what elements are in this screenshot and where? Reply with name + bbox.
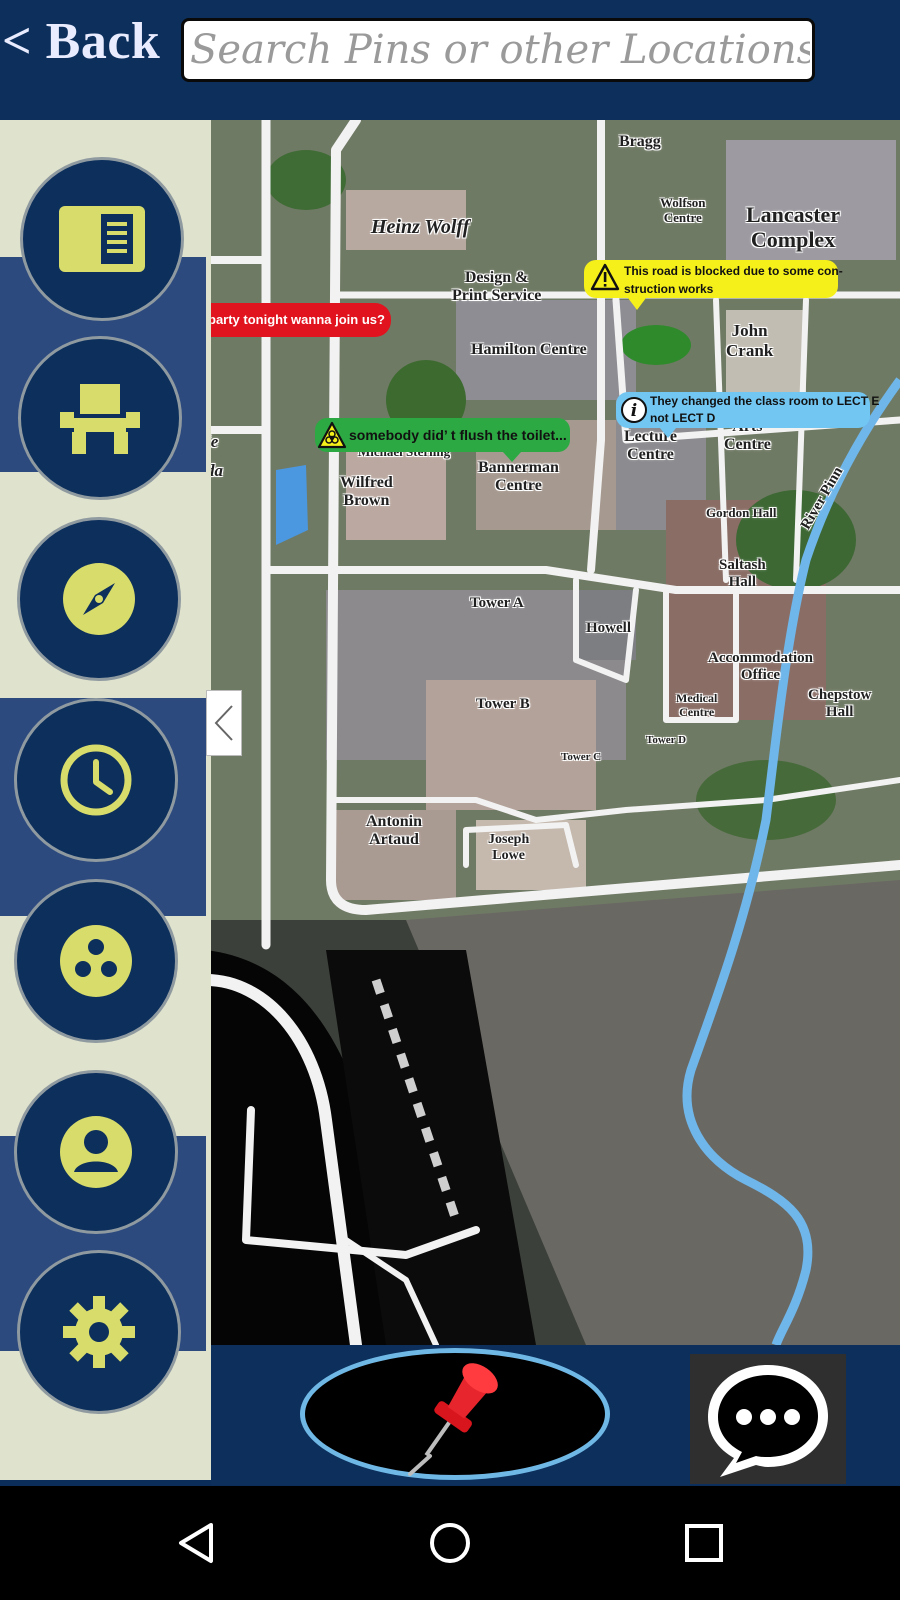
pin-social-party[interactable]: party tonight wanna join us?: [206, 303, 391, 337]
map-label-joseph-lowe[interactable]: Joseph Lowe: [488, 832, 529, 864]
map-label-gordon-hall[interactable]: Gordon Hall: [706, 505, 776, 521]
map-label-tower-b[interactable]: Tower B: [476, 696, 530, 713]
nav-recents-icon: [685, 1524, 723, 1562]
pin-text: somebody did’ t flush the toilet...: [349, 427, 567, 443]
pin-text: party tonight wanna join us?: [208, 312, 385, 327]
map-label-text: Joseph Lowe: [488, 832, 530, 864]
sidebar: [0, 120, 211, 1480]
map-label-text: Wolfson Centre: [660, 195, 706, 225]
map-label-antonin-artaud[interactable]: Antonin Artaud: [366, 813, 422, 850]
biohazard-icon: [317, 421, 347, 449]
map-label-text: Design & Print Service: [452, 269, 542, 305]
search-input[interactable]: [184, 21, 812, 79]
svg-text:i: i: [631, 401, 637, 421]
map-label-tower-c[interactable]: Tower C: [561, 751, 601, 764]
map-label-john-crank[interactable]: John Crank: [726, 321, 773, 360]
pin-text: This road is blocked due to some con- st…: [624, 264, 843, 296]
map-label-heinz-wolff[interactable]: Heinz Wolff: [371, 216, 469, 239]
warning-icon: [590, 263, 620, 291]
gear-icon: [63, 1296, 135, 1368]
sidebar-item-settings[interactable]: [17, 1250, 181, 1414]
map-label-text: Chepstow Hall: [808, 687, 872, 721]
sidebar-item-groups[interactable]: [14, 879, 178, 1043]
map-label-wolfson-centre[interactable]: Wolfson Centre: [660, 195, 706, 226]
map-label-text: John Crank: [726, 321, 774, 360]
map-label-text: Wilfred Brown: [340, 474, 393, 510]
map-label-saltash-hall[interactable]: Saltash Hall: [719, 557, 766, 592]
sidebar-item-profile[interactable]: [14, 1070, 178, 1234]
info-icon: i: [621, 397, 647, 423]
chat-bubble-icon: [708, 1365, 828, 1477]
add-pin-button[interactable]: [300, 1348, 610, 1480]
nav-home-button[interactable]: [418, 1511, 482, 1575]
map-label-text: Medical Centre: [676, 691, 718, 719]
sidebar-item-news[interactable]: [20, 157, 184, 321]
sidebar-item-seats[interactable]: [18, 336, 182, 500]
pin-text: They changed the class room to LECT E no…: [650, 394, 880, 425]
map-label-text: Lancaster Complex: [746, 202, 841, 253]
pin-hazard-toilet[interactable]: somebody did’ t flush the toilet...: [315, 418, 570, 462]
map-label-text: Antonin Artaud: [366, 813, 423, 849]
map-label-tower-d[interactable]: Tower D: [646, 734, 686, 747]
nav-recents-button[interactable]: [672, 1511, 736, 1575]
pin-classroom-changed[interactable]: i They changed the class room to LECT E …: [616, 392, 879, 438]
map-label-design-print[interactable]: Design & Print Service: [452, 269, 541, 306]
chevron-left-icon: [214, 705, 233, 741]
news-icon: [59, 206, 145, 272]
map-label-text: Accommodation Office: [708, 650, 813, 684]
map-label-hamilton-centre[interactable]: Hamilton Centre: [471, 341, 587, 359]
top-bar: < Back: [0, 0, 900, 120]
map-label-tower-a[interactable]: Tower A: [470, 595, 524, 612]
sidebar-collapse-button[interactable]: [206, 690, 242, 756]
nav-back-icon: [179, 1523, 213, 1563]
map-label-text: Bannerman Centre: [478, 459, 559, 495]
map-label-chepstow-hall[interactable]: Chepstow Hall: [808, 687, 871, 722]
groups-icon: [60, 925, 132, 997]
system-navigation-bar: [0, 1486, 900, 1600]
map-label-text: Saltash Hall: [719, 557, 766, 591]
map-label-accommodation-office[interactable]: Accommodation Office: [708, 650, 813, 685]
profile-icon: [60, 1116, 132, 1188]
map-label-lancaster-complex[interactable]: Lancaster Complex: [746, 202, 840, 253]
pin-road-blocked[interactable]: This road is blocked due to some con- st…: [584, 260, 843, 310]
pushpin-icon: [408, 1363, 498, 1476]
clock-icon: [60, 744, 132, 816]
chat-button[interactable]: [690, 1354, 846, 1484]
search-box[interactable]: [181, 18, 815, 82]
map-label-bragg[interactable]: Bragg: [619, 133, 661, 151]
back-button[interactable]: < Back: [2, 12, 160, 71]
map-label-medical-centre[interactable]: Medical Centre: [676, 691, 718, 720]
seat-icon: [60, 384, 140, 454]
map-label-bannerman-centre[interactable]: Bannerman Centre: [478, 459, 559, 496]
map-label-howell[interactable]: Howell: [586, 620, 631, 637]
nav-back-button[interactable]: [164, 1511, 228, 1575]
nav-home-icon: [430, 1523, 470, 1563]
map-label-wilfred-brown[interactable]: Wilfred Brown: [340, 474, 393, 511]
compass-icon: [63, 563, 135, 635]
sidebar-item-explore[interactable]: [17, 517, 181, 681]
sidebar-item-timetable[interactable]: [14, 698, 178, 862]
